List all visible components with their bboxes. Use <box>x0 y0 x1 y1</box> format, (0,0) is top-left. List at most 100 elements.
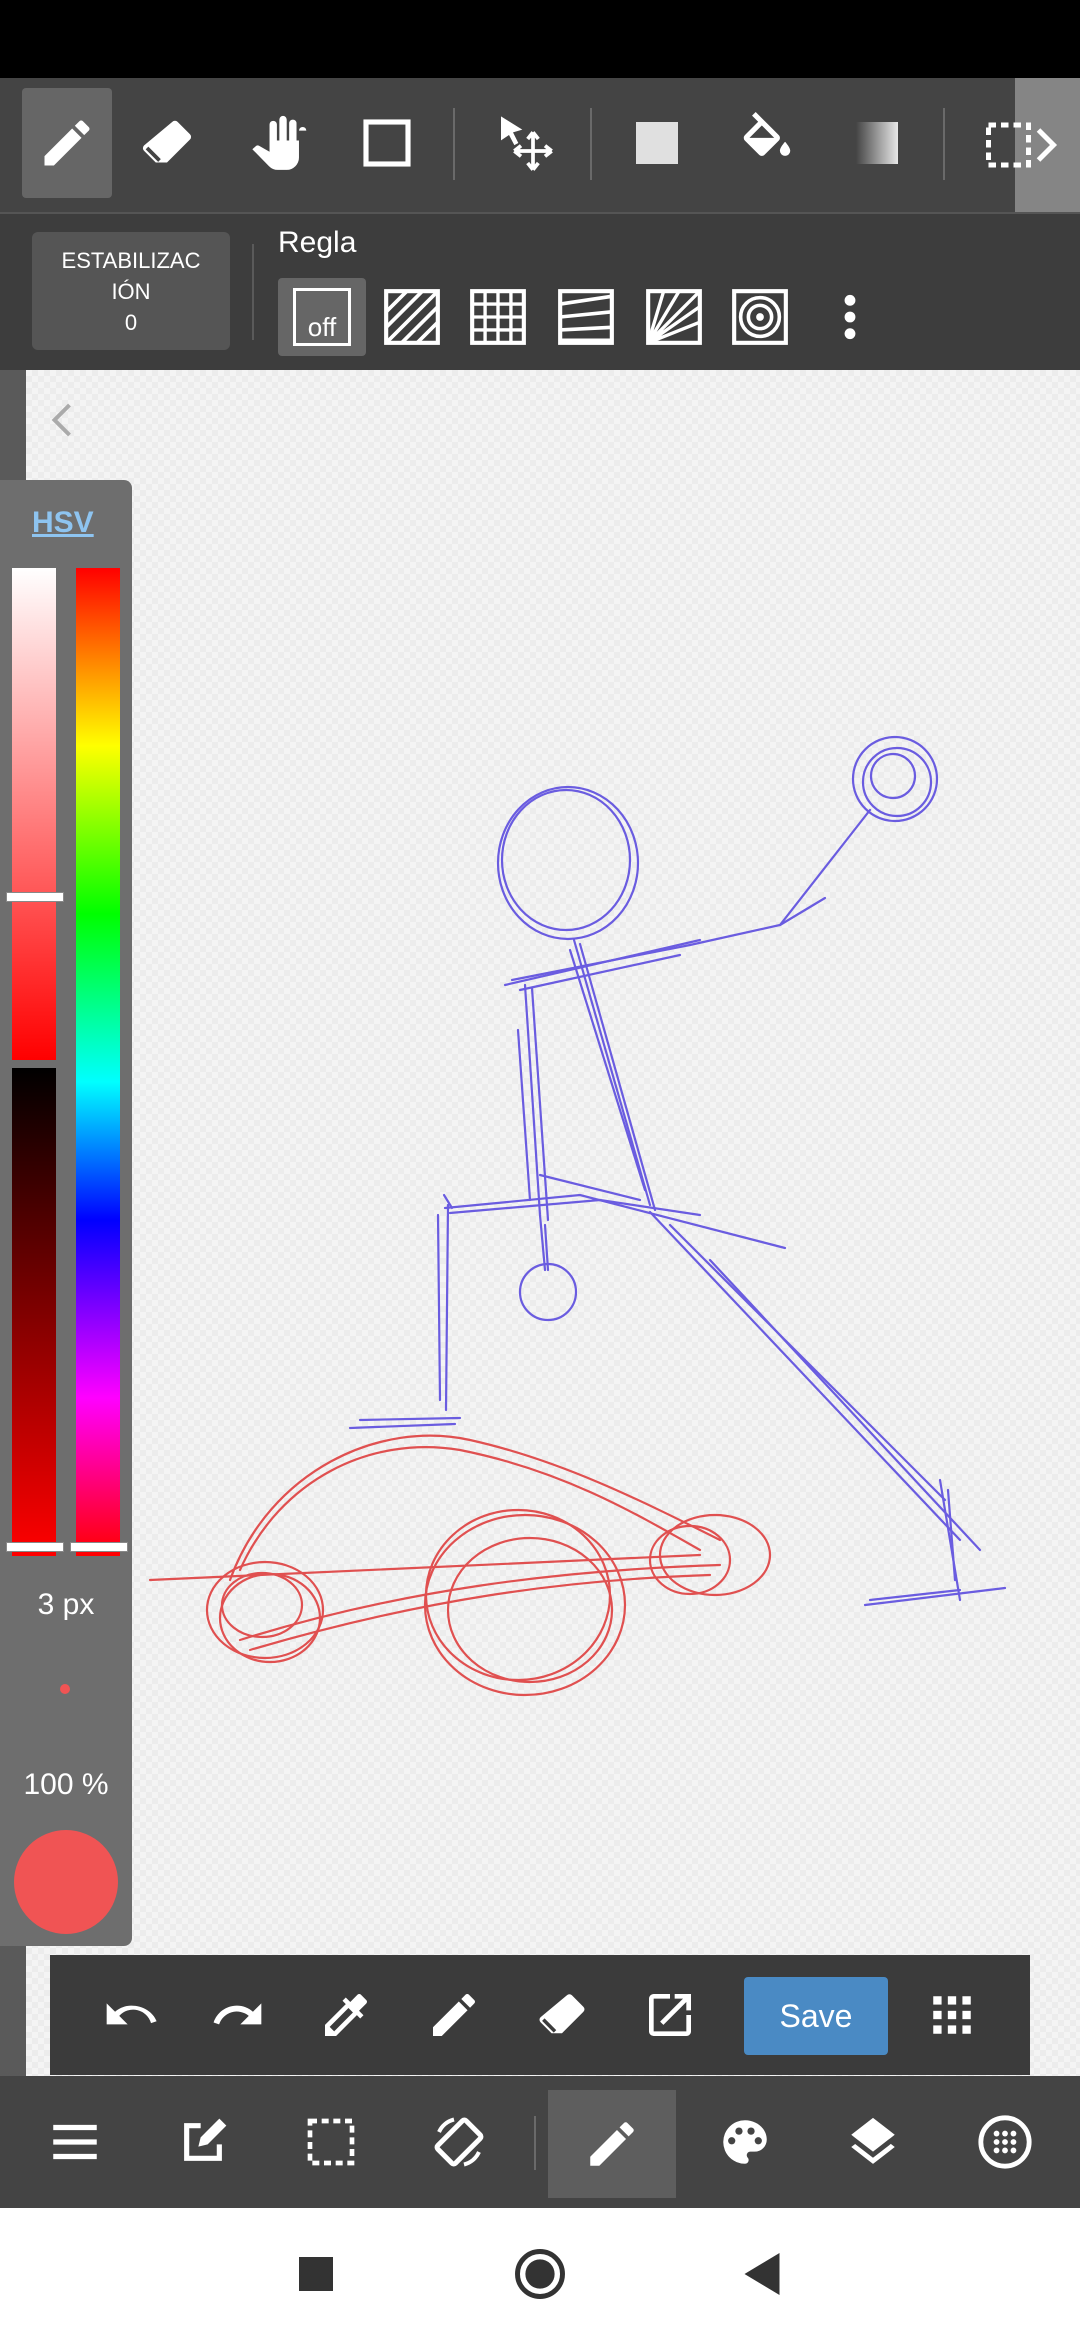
menu-button[interactable] <box>30 2102 120 2182</box>
action-bar: Save <box>50 1955 1030 2075</box>
open-external-icon <box>649 1994 691 2036</box>
bottom-navigation <box>0 2076 1080 2208</box>
value-slider[interactable] <box>12 1068 56 1556</box>
radial-lines-icon <box>646 289 702 345</box>
brush-icon <box>590 2122 634 2166</box>
status-bar <box>0 0 1080 78</box>
recents-button[interactable] <box>276 2234 356 2314</box>
eraser-icon <box>539 1994 585 2034</box>
top-toolbar <box>0 78 1080 212</box>
ruler-off-button[interactable]: off <box>278 278 366 356</box>
back-button[interactable] <box>722 2234 802 2314</box>
fill-square-icon <box>636 122 678 164</box>
undo-button[interactable] <box>90 1975 170 2055</box>
stabilization-label-2: IÓN <box>111 278 151 304</box>
eraser-tool-button[interactable] <box>122 88 212 198</box>
ruler-off-box: off <box>293 288 351 346</box>
redo-icon <box>213 2003 262 2025</box>
sketch-drawing <box>148 735 1007 1697</box>
move-tool-button[interactable] <box>480 88 570 198</box>
layers-button[interactable] <box>828 2102 918 2182</box>
undo-icon <box>106 2003 157 2025</box>
square-icon <box>299 2257 333 2291</box>
paint-bucket-tool-button[interactable] <box>722 88 812 198</box>
value-thumb[interactable] <box>6 1542 64 1552</box>
saturation-slider[interactable] <box>12 568 56 1060</box>
selection-icon <box>307 2118 355 2166</box>
edit-button[interactable] <box>158 2102 248 2182</box>
more-actions-button[interactable] <box>912 1975 992 2055</box>
hue-thumb[interactable] <box>70 1542 128 1552</box>
save-button[interactable]: Save <box>744 1977 888 2055</box>
opacity-label[interactable]: 100 % <box>0 1768 132 1802</box>
hand-tool-button[interactable] <box>232 88 322 198</box>
pen-tool-button[interactable] <box>22 88 112 198</box>
ruler-off-label: off <box>307 312 337 342</box>
pencil-button[interactable] <box>414 1975 494 2055</box>
current-color-swatch[interactable] <box>14 1830 118 1934</box>
hue-slider[interactable] <box>76 568 120 1556</box>
stabilization-label-1: ESTABILIZAC <box>61 247 201 273</box>
ruler-radial-button[interactable] <box>638 278 710 356</box>
parallel-lines-icon <box>384 289 440 345</box>
brush-size-preview <box>60 1684 70 1694</box>
drawing-canvas[interactable] <box>26 370 1080 2076</box>
ruler-concentric-button[interactable] <box>724 278 796 356</box>
more-vertical-icon <box>844 294 856 340</box>
toolbar-separator <box>590 108 592 180</box>
brush-size-label[interactable]: 3 px <box>0 1588 132 1622</box>
ruler-parallel-button[interactable] <box>376 278 448 356</box>
palette-icon <box>723 2120 767 2164</box>
selection-button[interactable] <box>286 2102 376 2182</box>
rotate-button[interactable] <box>414 2102 504 2182</box>
gradient-icon <box>856 122 898 164</box>
concentric-circles-icon <box>732 289 788 345</box>
grid-dots-icon <box>933 1996 971 2034</box>
rotate-icon <box>434 2117 484 2167</box>
pencil-icon <box>433 1993 476 2036</box>
ruler-grid-button[interactable] <box>462 278 534 356</box>
palette-button[interactable] <box>700 2102 790 2182</box>
dot-grid-icon <box>978 2115 1032 2169</box>
ruler-perspective-button[interactable] <box>550 278 622 356</box>
system-navigation-bar <box>0 2208 1080 2340</box>
nav-separator <box>534 2116 536 2170</box>
edit-icon <box>184 2118 227 2161</box>
toolbar-scroll-hint <box>1015 78 1080 212</box>
rectangle-tool-button[interactable] <box>342 88 432 198</box>
eyedropper-button[interactable] <box>306 1975 386 2055</box>
eyedropper-icon <box>325 1993 368 2036</box>
saturation-thumb[interactable] <box>6 892 64 902</box>
back-triangle-icon <box>744 2253 780 2295</box>
stabilization-value: 0 <box>124 309 138 335</box>
collapse-panel-button[interactable] <box>32 390 92 450</box>
toolbar-separator <box>453 108 455 180</box>
ruler-more-button[interactable] <box>818 278 882 356</box>
hsv-mode-tab[interactable]: HSV <box>32 506 94 540</box>
move-icon <box>501 116 553 171</box>
redo-button[interactable] <box>198 1975 278 2055</box>
hand-icon <box>252 115 307 170</box>
open-external-button[interactable] <box>630 1975 710 2055</box>
toolbar-separator <box>943 108 945 180</box>
fill-square-tool-button[interactable] <box>612 88 702 198</box>
gradient-tool-button[interactable] <box>832 88 922 198</box>
eraser-button[interactable] <box>522 1975 602 2055</box>
layers-icon <box>851 2117 895 2164</box>
menu-icon <box>53 2124 97 2160</box>
paint-bucket-icon <box>743 112 791 156</box>
home-button[interactable] <box>500 2234 580 2314</box>
rectangle-icon <box>363 119 411 167</box>
perspective-lines-icon <box>558 289 614 345</box>
grid-icon <box>470 289 526 345</box>
sub-toolbar: ESTABILIZAC IÓN 0 Regla off <box>0 212 1080 370</box>
stabilization-button[interactable]: ESTABILIZAC IÓN 0 <box>32 232 230 350</box>
dot-grid-button[interactable] <box>960 2102 1050 2182</box>
subtoolbar-separator <box>252 244 254 340</box>
brush-button[interactable] <box>548 2090 676 2198</box>
eraser-icon <box>142 120 192 163</box>
color-panel: HSV 3 px 100 % <box>0 480 132 1946</box>
ruler-title: Regla <box>278 226 357 259</box>
chevron-left-icon <box>51 403 71 437</box>
home-circle-icon <box>515 2249 565 2299</box>
